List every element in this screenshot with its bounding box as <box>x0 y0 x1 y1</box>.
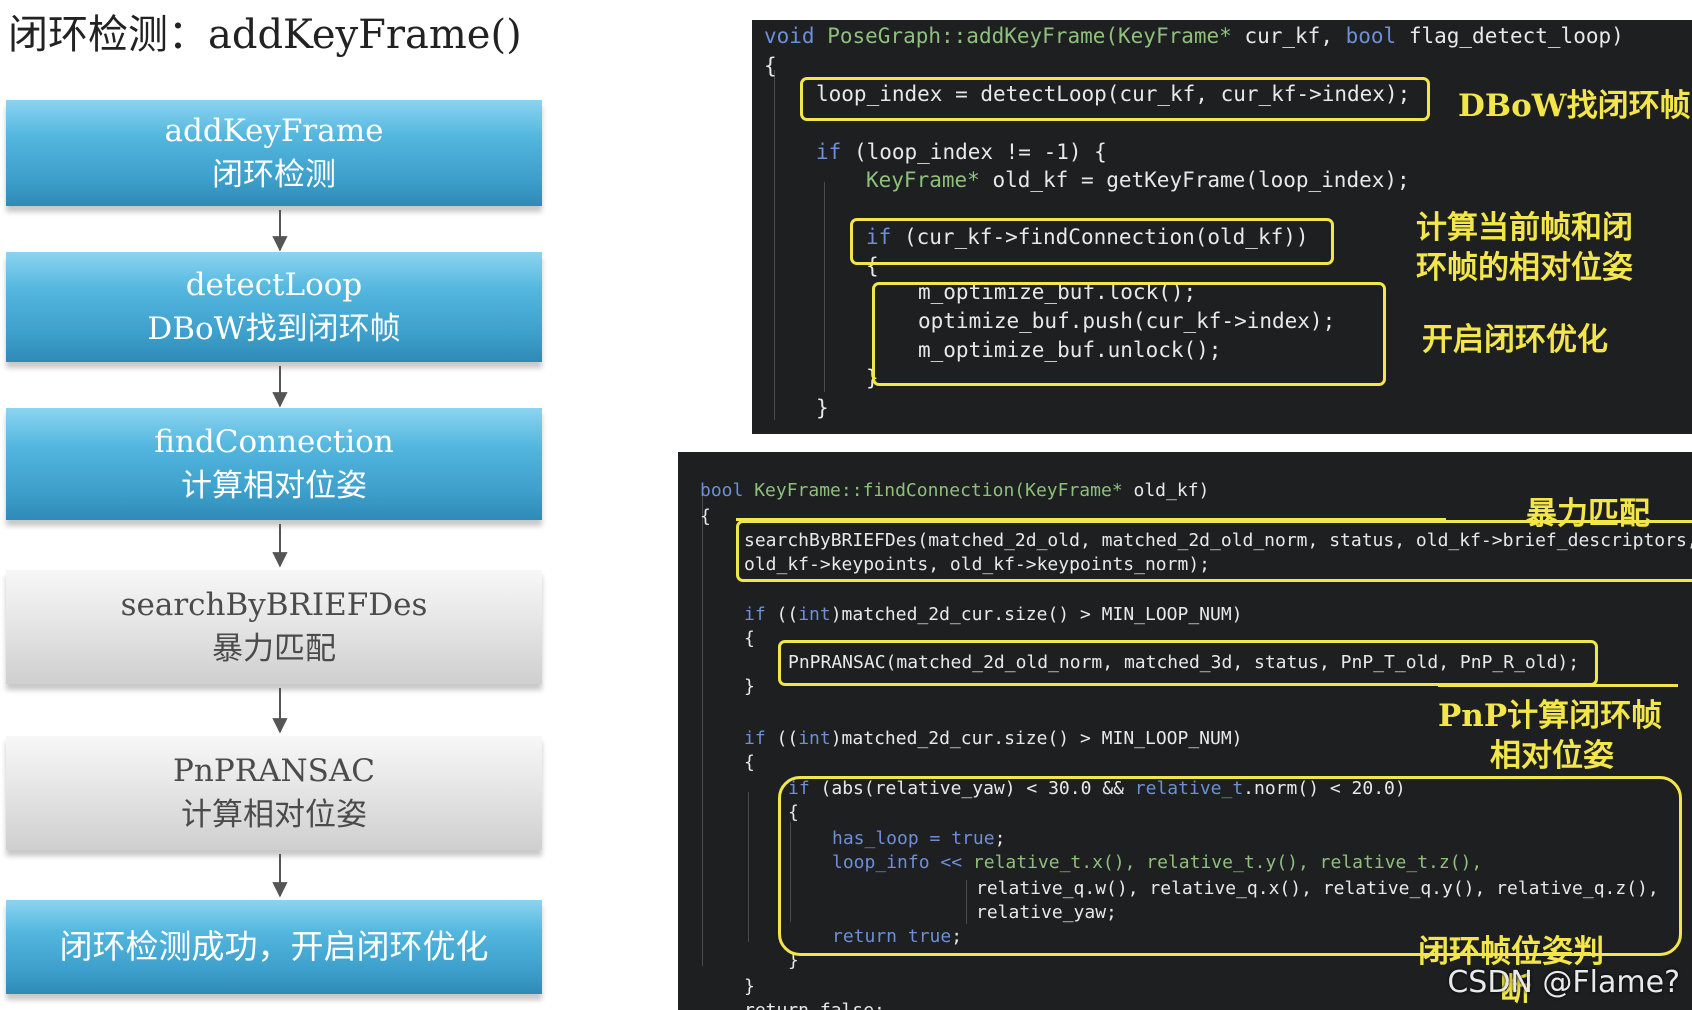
flow-step-desc: 闭环检测 <box>212 157 336 193</box>
flow-arrow: ▼ <box>268 854 292 900</box>
flow-step-desc: DBoW找到闭环帧 <box>147 311 401 347</box>
indent-guide <box>774 70 775 420</box>
flow-step-searchbybriefdes: searchByBRIEFDes 暴力匹配 <box>6 570 542 684</box>
arrow-down-icon: ▼ <box>272 230 288 254</box>
flow-step-title: addKeyFrame <box>164 113 384 149</box>
flow-step-desc: 计算相对位姿 <box>181 797 367 833</box>
code-line: void PoseGraph::addKeyFrame(KeyFrame* cu… <box>764 24 1624 48</box>
arrow-down-icon: ▼ <box>272 876 288 900</box>
flow-step-findconnection: findConnection 计算相对位姿 <box>6 408 542 520</box>
code-panel-findconnection: bool KeyFrame::findConnection(KeyFrame* … <box>678 452 1692 1010</box>
code-line: bool KeyFrame::findConnection(KeyFrame* … <box>700 480 1210 501</box>
code-line: { <box>764 54 777 78</box>
code-line: { <box>744 628 755 649</box>
flow-arrow: ▼ <box>268 688 292 736</box>
flow-step-detectloop: detectLoop DBoW找到闭环帧 <box>6 252 542 362</box>
highlight-box <box>872 282 1386 386</box>
annotation-relpose: 计算当前帧和闭 <box>1416 210 1633 246</box>
indent-guide <box>702 496 703 966</box>
code-line: } <box>816 396 829 420</box>
code-line: if ((int)matched_2d_cur.size() > MIN_LOO… <box>744 604 1243 625</box>
code-line: { <box>700 506 711 527</box>
code-line: if ((int)matched_2d_cur.size() > MIN_LOO… <box>744 728 1243 749</box>
highlight-line <box>1438 684 1678 687</box>
flow-step-title: searchByBRIEFDes <box>120 587 428 623</box>
flow-step-title: PnPRANSAC <box>173 753 375 789</box>
annotation-dbow: DBoW找闭环帧 <box>1458 88 1691 124</box>
flow-arrow: ▼ <box>268 210 292 254</box>
code-line: } <box>744 976 755 997</box>
flow-step-title: 闭环检测成功，开启闭环优化 <box>59 927 489 966</box>
code-line: if (loop_index != -1) { <box>816 140 1107 164</box>
flow-step-loop-success: 闭环检测成功，开启闭环优化 <box>6 900 542 994</box>
highlight-box <box>778 640 1598 686</box>
arrow-down-icon: ▼ <box>272 712 288 736</box>
annotation-relpose: 环帧的相对位姿 <box>1416 250 1633 286</box>
page-title: 闭环检测：addKeyFrame() <box>8 12 522 58</box>
annotation-pnp: 相对位姿 <box>1490 738 1614 774</box>
highlight-box <box>850 218 1334 265</box>
flow-step-addkeyframe: addKeyFrame 闭环检测 <box>6 100 542 206</box>
flow-step-desc: 暴力匹配 <box>212 631 336 667</box>
code-line: { <box>744 752 755 773</box>
annotation-brute-match: 暴力匹配 <box>1526 496 1650 532</box>
code-line: KeyFrame* old_kf = getKeyFrame(loop_inde… <box>866 168 1410 192</box>
flow-step-title: detectLoop <box>185 267 363 303</box>
arrow-down-icon: ▼ <box>272 546 288 570</box>
code-panel-addkeyframe: void PoseGraph::addKeyFrame(KeyFrame* cu… <box>752 20 1692 434</box>
flow-step-desc: 计算相对位姿 <box>181 468 367 504</box>
arrow-down-icon: ▼ <box>272 386 288 410</box>
flow-step-title: findConnection <box>154 424 394 460</box>
code-line: return false; <box>744 1000 885 1010</box>
indent-guide <box>748 792 749 942</box>
annotation-pnp: PnP计算闭环帧 <box>1438 698 1663 734</box>
watermark: CSDN @Flame? <box>1447 965 1680 1000</box>
highlight-box <box>800 77 1430 121</box>
annotation-optimize: 开启闭环优化 <box>1422 322 1608 358</box>
flow-arrow: ▼ <box>268 524 292 570</box>
flow-step-pnpransac: PnPRANSAC 计算相对位姿 <box>6 736 542 850</box>
code-line: } <box>744 676 755 697</box>
indent-guide <box>824 182 825 392</box>
flow-arrow: ▼ <box>268 366 292 410</box>
